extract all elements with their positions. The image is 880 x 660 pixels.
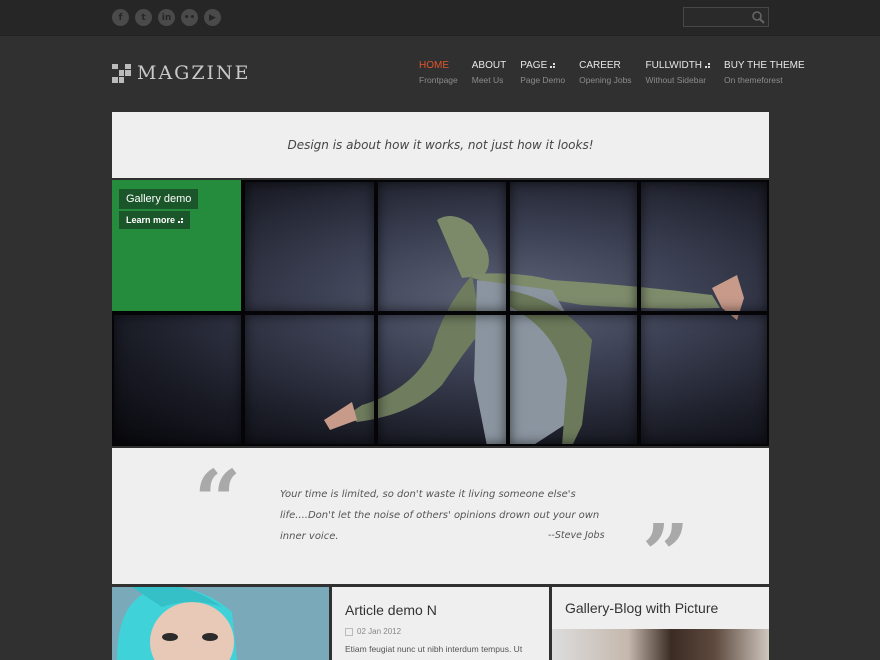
nav-title: FULLWIDTH	[645, 60, 703, 71]
calendar-icon	[345, 627, 353, 636]
arrow-icon	[178, 218, 184, 223]
nav-subtitle: Without Sidebar	[645, 75, 707, 85]
gallery-card-image	[552, 629, 769, 660]
gallery-caption-title: Gallery demo	[119, 189, 199, 209]
logo-icon	[112, 63, 131, 83]
slider-tile	[376, 313, 508, 446]
quote-author: --Steve Jobs	[548, 530, 605, 541]
nav-item-home[interactable]: HOME Frontpage	[419, 60, 458, 85]
slider-tile	[639, 180, 769, 313]
nav-title: ABOUT	[471, 60, 507, 71]
portrait-image	[112, 587, 329, 660]
nav-subtitle: On themeforest	[724, 75, 783, 85]
nav-item-fullwidth[interactable]: FULLWIDTH Without Sidebar	[645, 60, 711, 85]
nav-item-about[interactable]: ABOUT Meet Us	[472, 60, 506, 85]
open-quote-icon: “	[194, 453, 242, 549]
gallery-caption-panel: Gallery demo Learn more	[112, 180, 241, 311]
gallery-card[interactable]: Gallery-Blog with Picture	[552, 587, 769, 660]
nav-item-buy-theme[interactable]: BUY THE THEME On themeforest	[724, 60, 805, 85]
nav-subtitle: Meet Us	[471, 75, 504, 85]
dropdown-icon	[550, 63, 556, 68]
nav-item-page[interactable]: PAGE Page Demo	[520, 60, 565, 85]
nav-title: PAGE	[520, 60, 548, 71]
learn-more-link[interactable]: Learn more	[119, 211, 191, 229]
nav-subtitle: Opening Jobs	[579, 75, 632, 85]
slider-tile	[243, 180, 376, 313]
facebook-icon[interactable]: f	[112, 9, 129, 26]
nav-title: HOME	[419, 60, 449, 71]
tagline-box: Design is about how it works, not just h…	[112, 112, 769, 178]
nav-title: CAREER	[579, 60, 621, 71]
flickr-icon[interactable]: ••	[181, 9, 198, 26]
top-bar: f t in •• ▶	[0, 0, 880, 36]
site-logo[interactable]: MAGZINE	[112, 62, 251, 84]
slider-tile	[112, 313, 243, 446]
slider-tile	[243, 313, 376, 446]
search-input[interactable]	[684, 11, 750, 30]
image-card[interactable]	[112, 587, 329, 660]
article-excerpt: Etiam feugiat nunc ut nibh interdum temp…	[345, 644, 523, 654]
nav-subtitle: Frontpage	[419, 75, 458, 85]
nav-title: BUY THE THEME	[724, 60, 805, 71]
linkedin-icon[interactable]: in	[158, 9, 175, 26]
youtube-icon[interactable]: ▶	[204, 9, 221, 26]
dropdown-icon	[705, 63, 711, 68]
quote-box: “ Your time is limited, so don't waste i…	[112, 448, 769, 596]
twitter-icon[interactable]: t	[135, 9, 152, 26]
slider-tile	[376, 180, 508, 313]
search-icon[interactable]	[751, 10, 765, 24]
slider-tile	[508, 180, 639, 313]
article-meta: 02 Jan 2012	[345, 627, 401, 636]
article-card[interactable]: Article demo N 02 Jan 2012 Etiam feugiat…	[332, 587, 549, 660]
gallery-card-title[interactable]: Gallery-Blog with Picture	[565, 600, 718, 616]
gallery-slider[interactable]: Gallery demo Learn more	[112, 180, 769, 446]
logo-text: MAGZINE	[137, 62, 251, 84]
tagline-text: Design is about how it works, not just h…	[287, 138, 594, 152]
social-links: f t in •• ▶	[112, 9, 221, 26]
article-date: 02 Jan 2012	[357, 627, 402, 636]
close-quote-icon: ”	[642, 507, 690, 603]
nav-subtitle: Page Demo	[520, 75, 566, 85]
main-nav: HOME Frontpage ABOUT Meet Us PAGE Page D…	[419, 60, 819, 85]
slider-tile	[639, 313, 769, 446]
article-title[interactable]: Article demo N	[345, 602, 437, 618]
search-box	[683, 7, 769, 30]
slider-tile	[508, 313, 639, 446]
nav-item-career[interactable]: CAREER Opening Jobs	[579, 60, 631, 85]
